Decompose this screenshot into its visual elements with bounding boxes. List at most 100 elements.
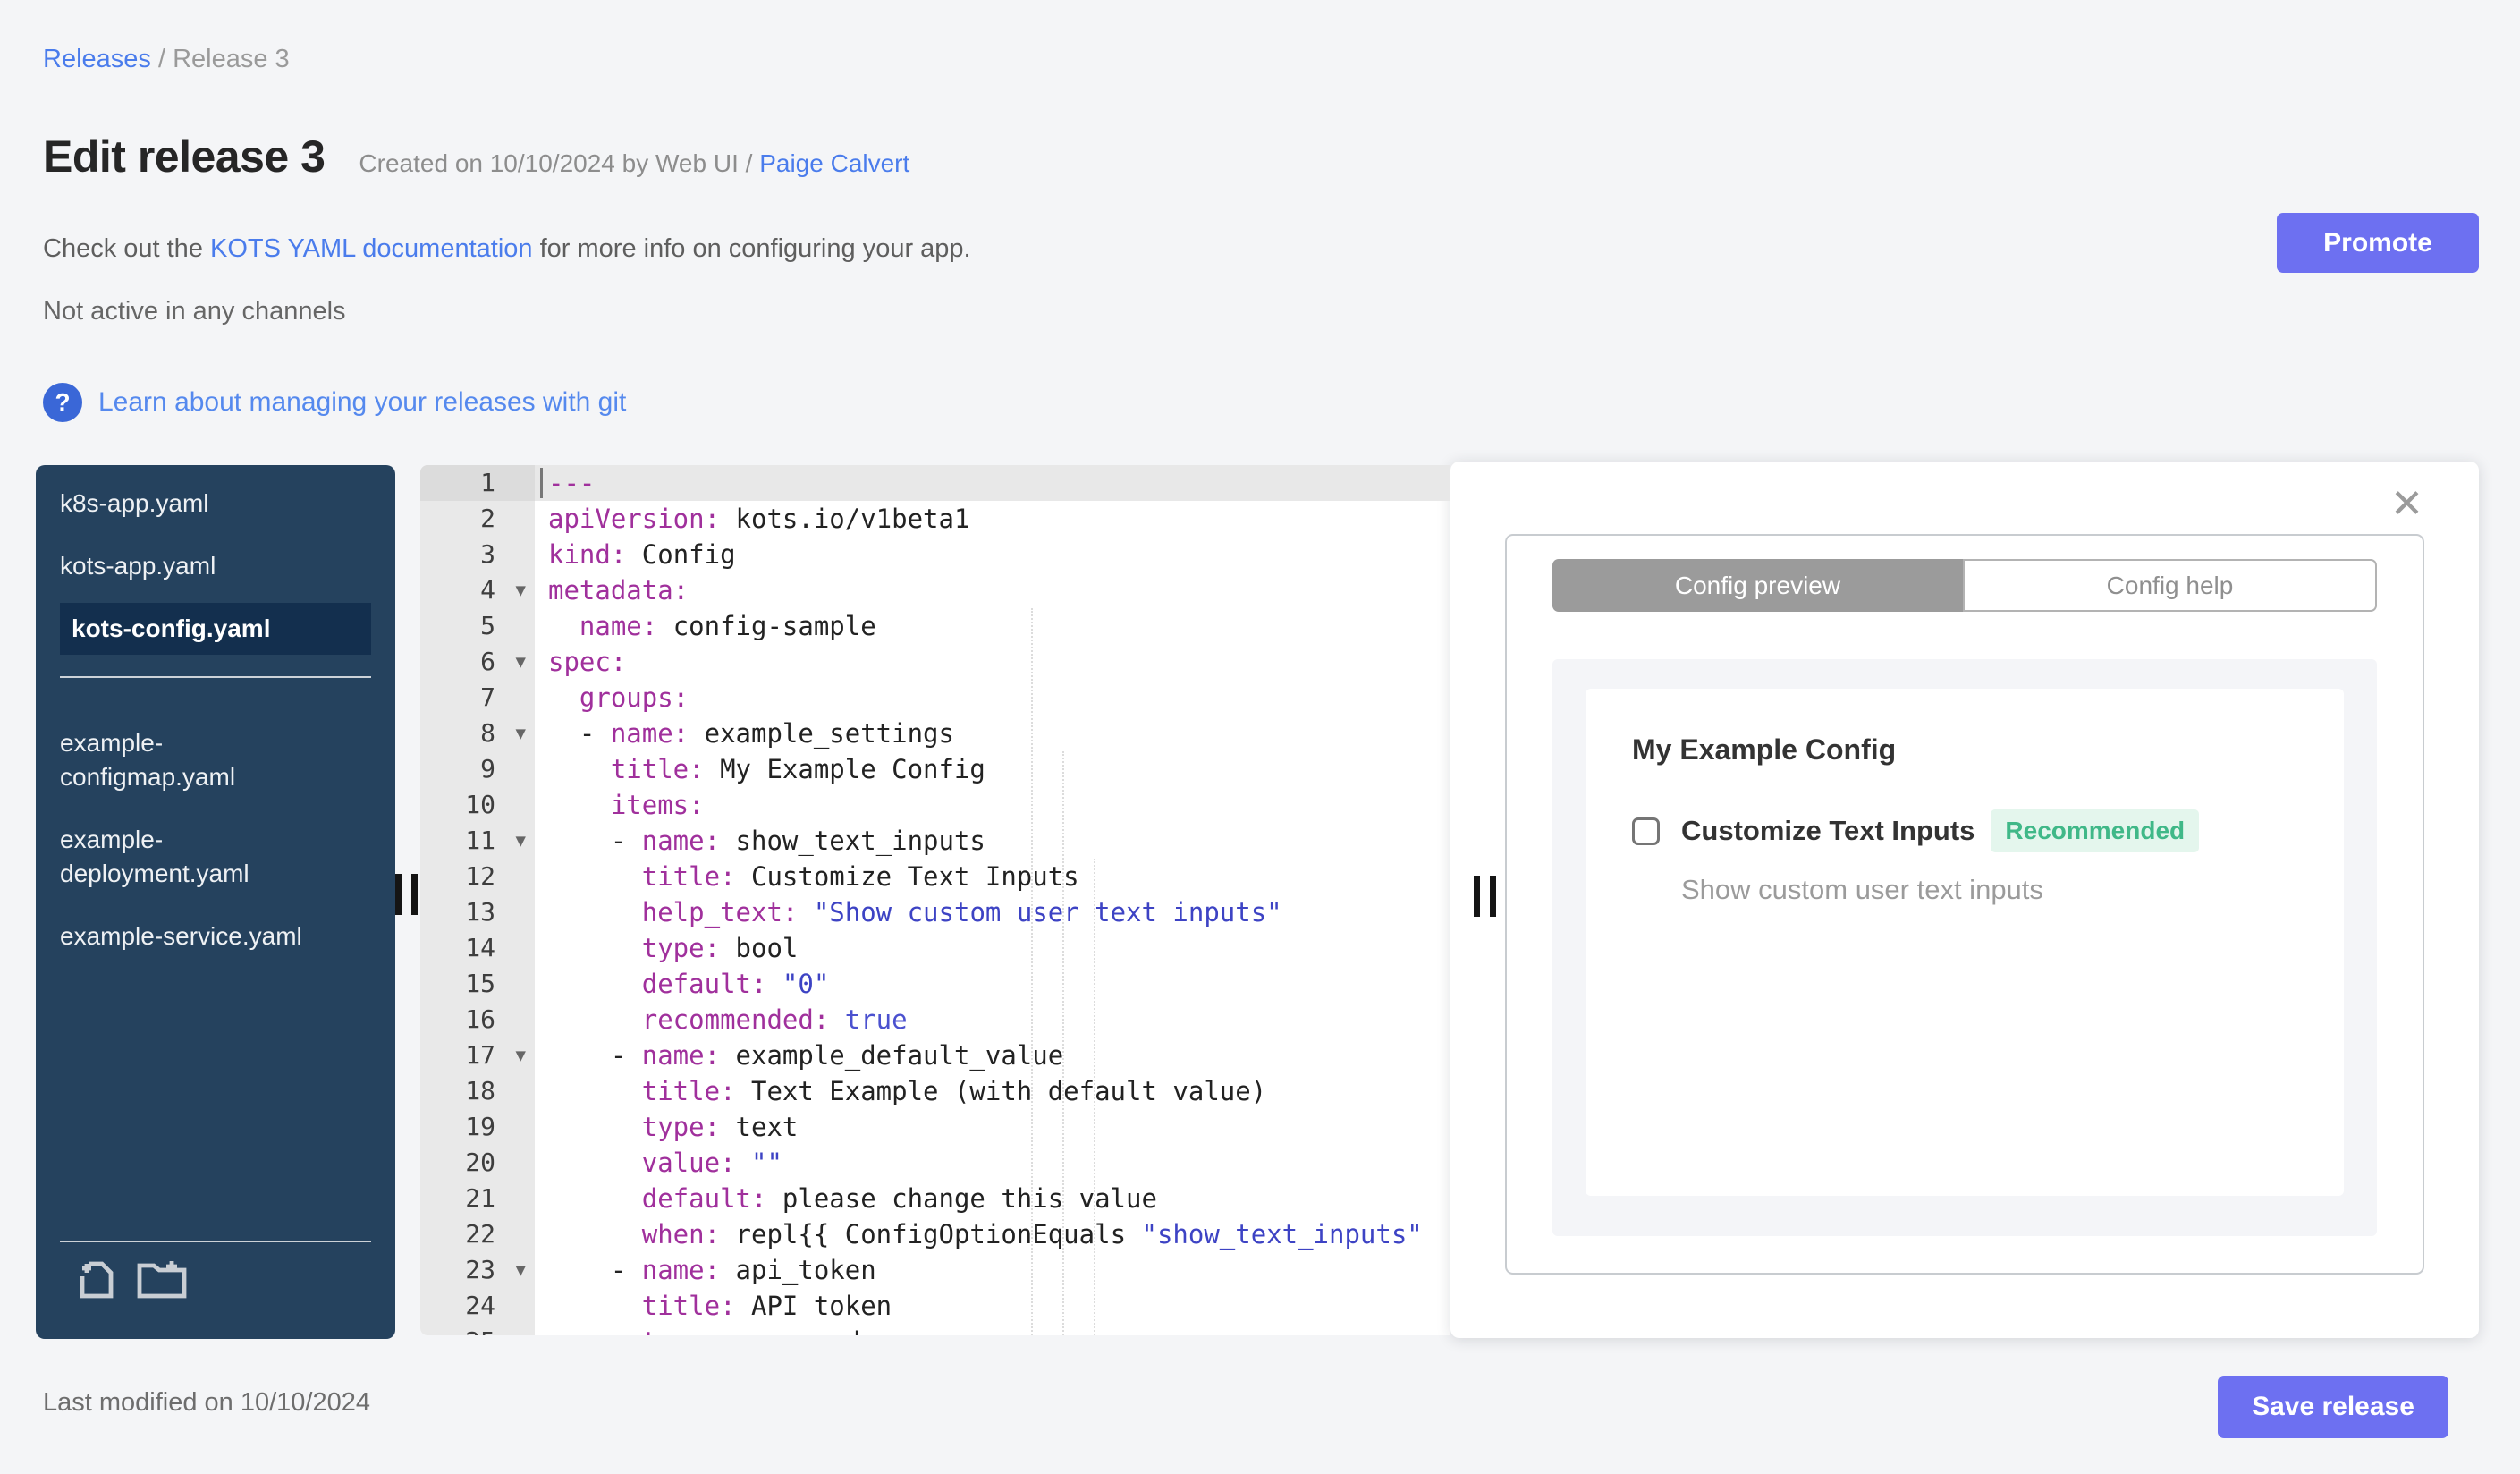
promote-button[interactable]: Promote bbox=[2277, 213, 2479, 273]
line-number: 3 bbox=[480, 539, 495, 569]
title-row: Edit release 3 Created on 10/10/2024 by … bbox=[43, 131, 909, 182]
breadcrumb: Releases / Release 3 bbox=[43, 45, 290, 74]
code-line: 21 default: please change this value bbox=[420, 1181, 1450, 1216]
code-line: 13 help_text: "Show custom user text inp… bbox=[420, 894, 1450, 930]
tab-config-preview[interactable]: Config preview bbox=[1552, 559, 1963, 612]
line-number: 15 bbox=[465, 969, 495, 998]
code-line-text: - name: example_settings bbox=[548, 718, 954, 749]
line-number: 10 bbox=[465, 790, 495, 819]
indent-guide bbox=[1094, 859, 1095, 1335]
code-line-text: groups: bbox=[579, 682, 689, 713]
created-text: Created on 10/10/2024 by Web UI / bbox=[359, 149, 760, 177]
line-number: 2 bbox=[480, 504, 495, 533]
code-line: 11 ▼ - name: show_text_inputs bbox=[420, 823, 1450, 859]
breadcrumb-releases-link[interactable]: Releases bbox=[43, 45, 151, 73]
code-line: 25 type: password bbox=[420, 1324, 1450, 1335]
code-line: 22 when: repl{{ ConfigOptionEquals "show… bbox=[420, 1216, 1450, 1252]
indent-guide bbox=[1031, 608, 1033, 1335]
fold-arrow-icon[interactable]: ▼ bbox=[516, 823, 526, 859]
file-list-divider bbox=[60, 676, 371, 678]
breadcrumb-current: / Release 3 bbox=[150, 45, 290, 73]
code-line: 16 recommended: true bbox=[420, 1002, 1450, 1038]
config-render-area: My Example Config Customize Text Inputs … bbox=[1552, 659, 2377, 1236]
file-item[interactable]: kots-config.yaml bbox=[60, 603, 371, 655]
new-file-icon[interactable] bbox=[73, 1257, 116, 1301]
code-line-text: - name: show_text_inputs bbox=[548, 826, 985, 856]
line-number: 23 ▼ bbox=[420, 1252, 535, 1288]
fold-arrow-icon[interactable]: ▼ bbox=[516, 572, 526, 608]
code-line-text: default: "0" bbox=[641, 969, 830, 999]
author-link[interactable]: Paige Calvert bbox=[759, 149, 909, 177]
fold-arrow-icon[interactable]: ▼ bbox=[516, 1038, 526, 1073]
git-releases-link[interactable]: Learn about managing your releases with … bbox=[98, 387, 626, 418]
code-line-text: name: config-sample bbox=[579, 611, 876, 641]
code-line-text: type: bool bbox=[641, 933, 799, 963]
code-line: 14 type: bool bbox=[420, 930, 1450, 966]
fold-arrow-icon[interactable]: ▼ bbox=[516, 716, 526, 751]
help-question-icon[interactable]: ? bbox=[43, 383, 82, 422]
line-number: 24 bbox=[465, 1291, 495, 1320]
code-line-text: title: My Example Config bbox=[610, 754, 985, 784]
code-line: 17 ▼ - name: example_default_value bbox=[420, 1038, 1450, 1073]
config-item-help-text: Show custom user text inputs bbox=[1681, 874, 2043, 905]
code-line-text: default: please change this value bbox=[641, 1183, 1157, 1214]
file-item[interactable]: example-configmap.yaml bbox=[60, 726, 321, 794]
line-number: 5 bbox=[480, 611, 495, 640]
kots-docs-link[interactable]: KOTS YAML documentation bbox=[210, 234, 533, 263]
config-group-title: My Example Config bbox=[1632, 733, 1897, 766]
panel-resize-handle-right[interactable] bbox=[1474, 876, 1497, 917]
code-line-text: kind: Config bbox=[548, 539, 736, 570]
code-line-text: when: repl{{ ConfigOptionEquals "show_te… bbox=[641, 1219, 1423, 1250]
code-line-text: recommended: true bbox=[641, 1004, 908, 1035]
file-item[interactable]: example-service.yaml bbox=[60, 919, 321, 953]
fold-arrow-icon[interactable]: ▼ bbox=[516, 644, 526, 680]
line-number: 8 ▼ bbox=[420, 716, 535, 751]
code-line: 2 apiVersion: kots.io/v1beta1 bbox=[420, 501, 1450, 537]
code-line-text: apiVersion: kots.io/v1beta1 bbox=[548, 504, 970, 534]
config-item-label: Customize Text Inputs bbox=[1681, 815, 1975, 846]
line-number: 1 bbox=[420, 465, 535, 501]
line-number: 20 bbox=[465, 1148, 495, 1177]
docs-suffix: for more info on configuring your app. bbox=[532, 234, 971, 263]
code-line: 12 title: Customize Text Inputs bbox=[420, 859, 1450, 894]
code-line: 18 title: Text Example (with default val… bbox=[420, 1073, 1450, 1109]
code-line-text: title: Customize Text Inputs bbox=[641, 861, 1079, 892]
code-line: 20 value: "" bbox=[420, 1145, 1450, 1181]
line-number: 4 ▼ bbox=[420, 572, 535, 608]
panel-resize-handle-left[interactable] bbox=[395, 874, 419, 915]
fold-arrow-icon[interactable]: ▼ bbox=[516, 1252, 526, 1288]
new-folder-icon[interactable] bbox=[136, 1257, 188, 1301]
code-line-text: - name: example_default_value bbox=[548, 1040, 1064, 1071]
save-release-button[interactable]: Save release bbox=[2218, 1376, 2448, 1438]
code-line-text: - name: api_token bbox=[548, 1255, 876, 1285]
code-line: 6 ▼ spec: bbox=[420, 644, 1450, 680]
file-item[interactable]: example-deployment.yaml bbox=[60, 823, 321, 891]
file-item[interactable]: k8s-app.yaml bbox=[60, 487, 321, 521]
line-number: 19 bbox=[465, 1112, 495, 1141]
tab-config-help[interactable]: Config help bbox=[1963, 559, 2377, 612]
git-help-row: ? Learn about managing your releases wit… bbox=[43, 383, 626, 422]
customize-text-inputs-checkbox[interactable] bbox=[1632, 817, 1660, 845]
code-line-text: value: "" bbox=[641, 1148, 782, 1178]
code-line: 19 type: text bbox=[420, 1109, 1450, 1145]
created-info: Created on 10/10/2024 by Web UI / Paige … bbox=[359, 149, 909, 178]
line-number: 17 ▼ bbox=[420, 1038, 535, 1073]
line-number: 6 ▼ bbox=[420, 644, 535, 680]
close-icon[interactable]: ✕ bbox=[2390, 485, 2423, 524]
sidebar-footer bbox=[36, 1241, 395, 1339]
file-sidebar: k8s-app.yaml kots-app.yaml kots-config.yam… bbox=[36, 465, 395, 1339]
code-line: 7 groups: bbox=[420, 680, 1450, 716]
line-number: 12 bbox=[465, 861, 495, 891]
file-item[interactable]: kots-app.yaml bbox=[60, 549, 321, 583]
indent-guide bbox=[1062, 751, 1064, 1335]
line-number: 11 ▼ bbox=[420, 823, 535, 859]
line-number: 21 bbox=[465, 1183, 495, 1213]
code-line: 5 name: config-sample bbox=[420, 608, 1450, 644]
code-line-text: type: text bbox=[641, 1112, 799, 1142]
line-number: 18 bbox=[465, 1076, 495, 1106]
yaml-code-editor[interactable]: 1 --- 2 apiVersion: kots.io/v1beta1 3 kind: C… bbox=[420, 465, 1450, 1335]
file-list-top: k8s-app.yaml kots-app.yaml kots-config.yam… bbox=[36, 465, 395, 655]
code-line: 1 --- bbox=[420, 465, 1450, 501]
config-preview-card: Config preview Config help My Example Co… bbox=[1505, 534, 2424, 1275]
config-group-card: My Example Config Customize Text Inputs … bbox=[1586, 689, 2344, 1196]
